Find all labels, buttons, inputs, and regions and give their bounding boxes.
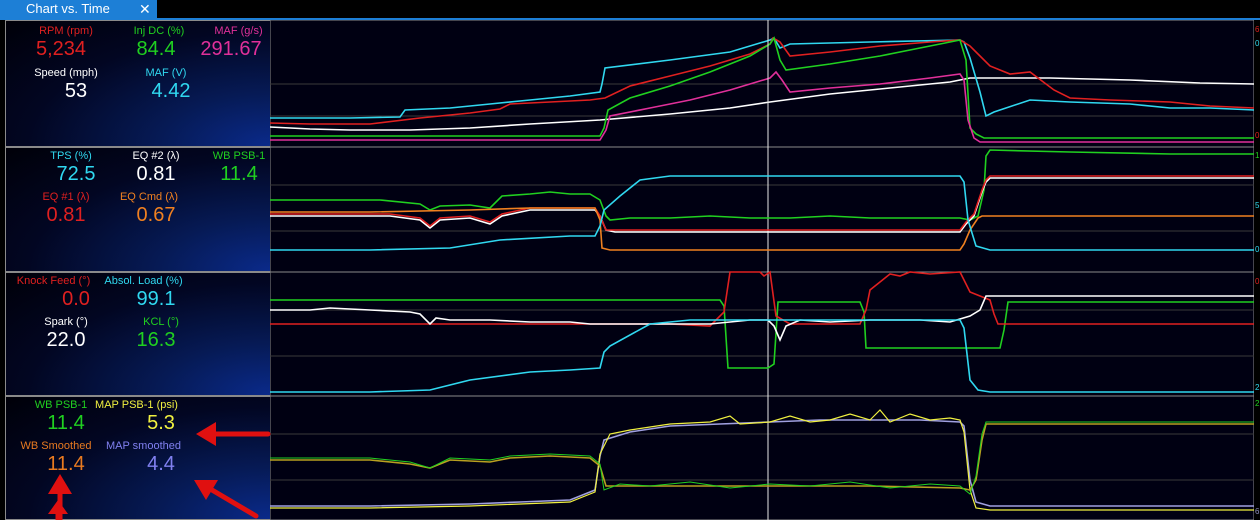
right-axis-tick: 5 (1255, 201, 1260, 210)
gauge-label-injdc: Inj DC (%) (133, 25, 185, 37)
gauge-label-wb-raw: WB PSB-1 (34, 399, 88, 411)
right-axis-tick: 1 (1255, 151, 1260, 160)
gauge-label-spark: Spark (°) (44, 316, 88, 328)
gauge-value-spark: 22.0 (46, 329, 86, 351)
gauge-label-wb-smoothed: WB Smoothed (20, 440, 92, 452)
gauge-label-eq1: EQ #1 (λ) (42, 191, 90, 203)
gauge-label-eq2: EQ #2 (λ) (132, 150, 180, 162)
gauge-value-maf-v: 4.42 (151, 80, 191, 102)
close-icon[interactable]: ✕ (139, 0, 151, 18)
gauge-value-kcl: 16.3 (136, 329, 176, 351)
gauge-panel-4: WB PSB-1 11.4 MAP PSB-1 (psi) 5.3 WB Smo… (5, 396, 270, 520)
gauge-label-speed: Speed (mph) (34, 67, 98, 79)
chart-plot-area[interactable] (270, 20, 1254, 520)
tab-chart-vs-time[interactable]: Chart vs. Time ✕ (0, 0, 157, 18)
gauge-label-rpm: RPM (rpm) (39, 25, 93, 37)
gauge-panel-1: RPM (rpm) 5,234 Inj DC (%) 84.4 MAF (g/s… (5, 20, 270, 147)
gauge-value-map-raw: 5.3 (147, 412, 175, 434)
gauge-panel-3: Knock Feed (°) 0.0 Absol. Load (%) 99.1 … (5, 272, 270, 396)
right-axis-tick: 0 (1255, 245, 1260, 254)
gauge-value-rpm: 5,234 (35, 38, 87, 60)
gauge-value-wb: 11.4 (220, 163, 258, 185)
gauge-value-speed: 53 (64, 80, 88, 102)
tab-title: Chart vs. Time (26, 1, 110, 16)
gauge-label-maf-gs: MAF (g/s) (214, 25, 263, 37)
right-axis-tick: 0 (1255, 39, 1260, 48)
gauge-label-wb: WB PSB-1 (212, 150, 266, 162)
gauge-panel-2: TPS (%) 72.5 EQ #2 (λ) 0.81 WB PSB-1 11.… (5, 147, 270, 272)
gauge-label-map-raw: MAP PSB-1 (psi) (95, 399, 178, 411)
right-axis-strip (1254, 20, 1260, 520)
gauge-value-wb-smoothed: 11.4 (47, 453, 85, 475)
gauge-value-eq2: 0.81 (136, 163, 176, 185)
gauge-value-load: 99.1 (136, 288, 176, 310)
right-axis-tick: 6 (1255, 25, 1260, 34)
right-axis-tick: 2 (1255, 383, 1260, 392)
gauge-value-map-smoothed: 4.4 (147, 453, 175, 475)
gauge-label-maf-v: MAF (V) (145, 67, 187, 79)
gauge-label-knock: Knock Feed (°) (16, 275, 91, 287)
gauge-label-tps: TPS (%) (50, 150, 92, 162)
plot-frame-3 (270, 271, 1254, 397)
right-axis-tick: 0 (1255, 131, 1260, 140)
gauge-label-eqcmd: EQ Cmd (λ) (119, 191, 179, 203)
gauge-label-kcl: KCL (°) (143, 316, 179, 328)
gauge-value-injdc: 84.4 (136, 38, 176, 60)
right-axis-tick: 6 (1255, 507, 1260, 516)
gauge-label-load: Absol. Load (%) (104, 275, 183, 287)
right-axis-tick: 2 (1255, 399, 1260, 408)
plot-frame-2 (270, 146, 1254, 273)
tab-bar: Chart vs. Time ✕ (0, 0, 1260, 18)
right-axis-tick: 0 (1255, 277, 1260, 286)
chart-svg[interactable] (270, 20, 1254, 520)
gauge-value-wb-raw: 11.4 (47, 412, 85, 434)
gauge-value-eq1: 0.81 (46, 204, 86, 226)
gauge-value-eqcmd: 0.67 (136, 204, 176, 226)
gauge-label-map-smoothed: MAP smoothed (105, 440, 181, 452)
gauge-value-maf-gs: 291.67 (200, 38, 262, 60)
plot-frame-4 (270, 395, 1254, 520)
